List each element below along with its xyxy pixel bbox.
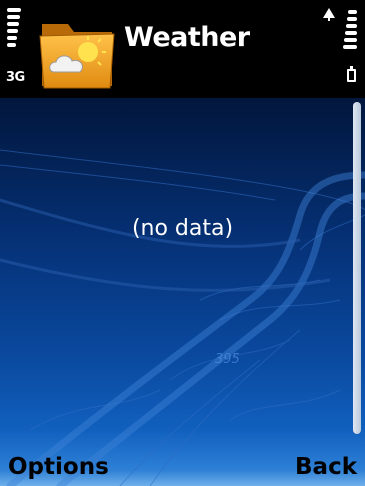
signal-strength-icon <box>7 8 21 50</box>
weather-screen: 395 3G Weather (no data) Options Back <box>0 0 365 486</box>
no-data-message: (no data) <box>131 216 234 241</box>
map-label: 395 <box>215 352 240 367</box>
network-type: 3G <box>6 70 25 85</box>
softkey-bar: Options Back <box>0 446 365 486</box>
back-softkey[interactable]: Back <box>295 454 357 480</box>
app-title: Weather <box>124 22 250 53</box>
antenna-icon <box>323 8 335 21</box>
battery-icon <box>347 66 356 82</box>
options-softkey[interactable]: Options <box>8 454 109 480</box>
weather-folder-icon <box>39 24 115 89</box>
battery-level-icon <box>343 10 357 52</box>
scrollbar-thumb[interactable] <box>353 102 361 434</box>
